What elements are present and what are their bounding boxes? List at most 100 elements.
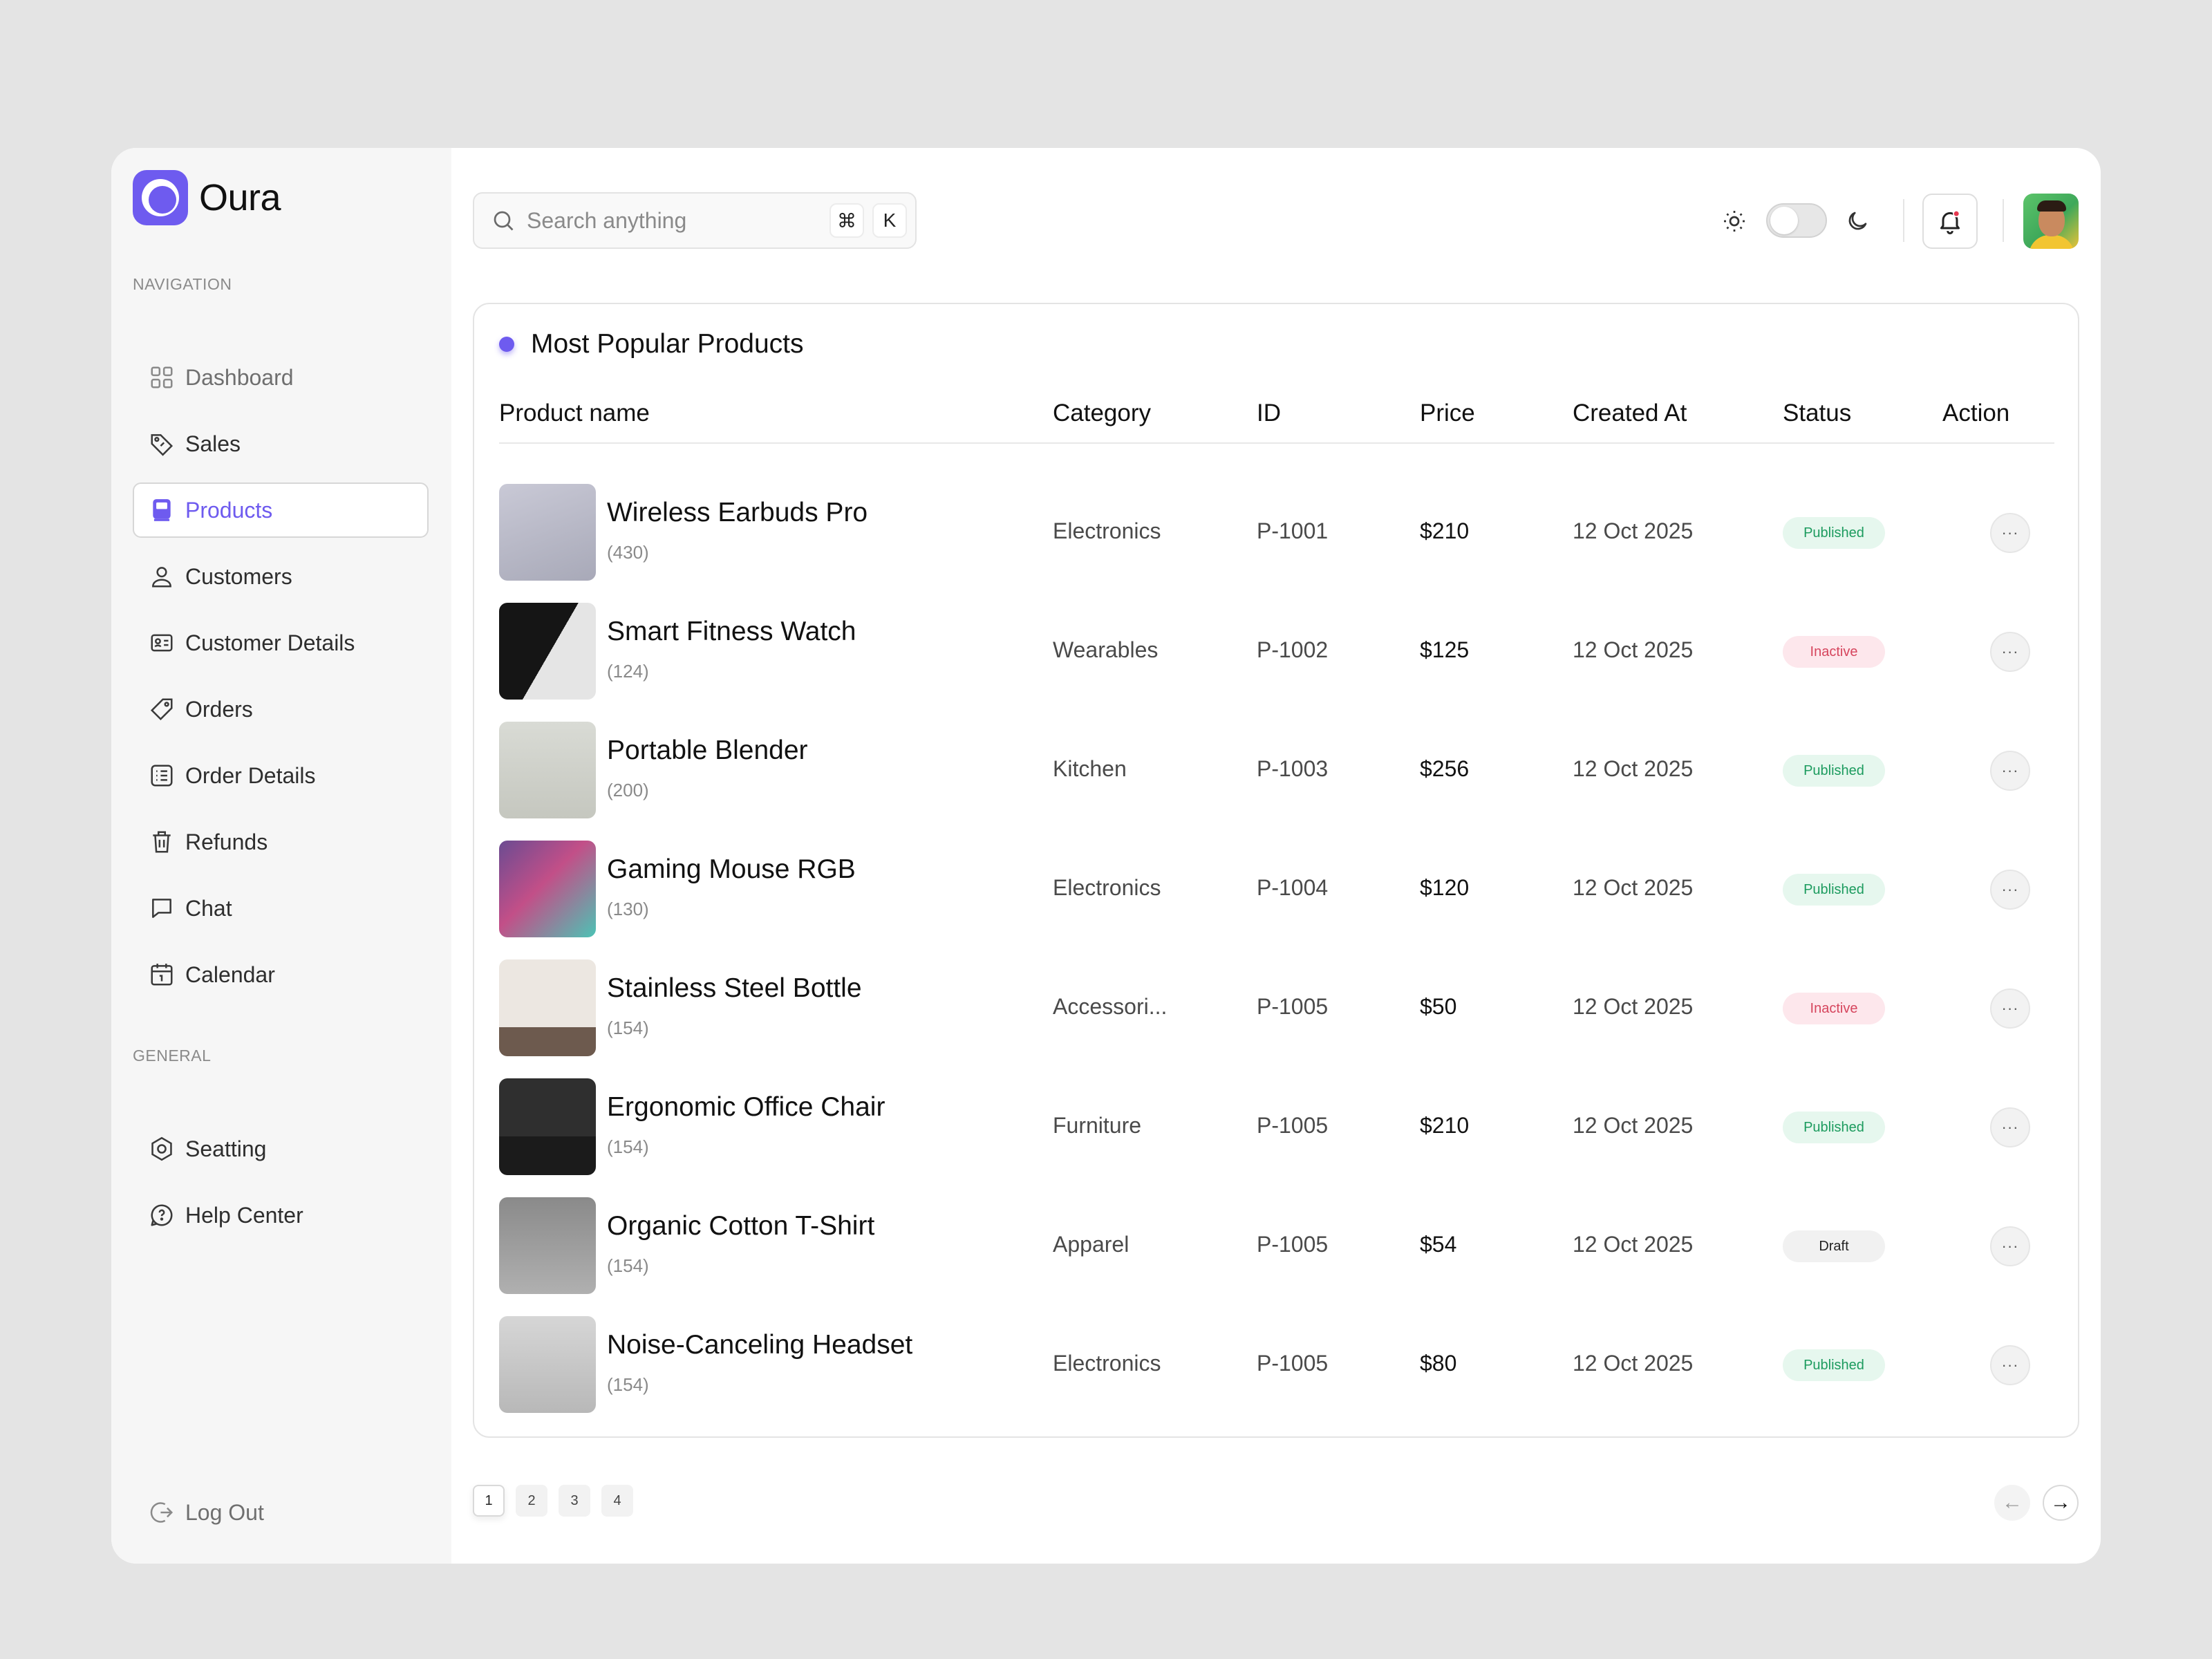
more-actions-button[interactable]: ··· [1990,1107,2030,1147]
product-count: (154) [607,1018,649,1038]
page-button-4[interactable]: 4 [601,1485,633,1517]
calendar-icon [148,961,176,988]
table-row[interactable]: Stainless Steel Bottle (154) Accessori..… [474,959,2078,1056]
product-count: (130) [607,899,649,919]
product-image [499,722,596,818]
avatar-hair [2037,200,2066,212]
product-created: 12 Oct 2025 [1573,518,1694,543]
theme-toggle[interactable] [1766,203,1827,238]
product-created: 12 Oct 2025 [1573,994,1694,1019]
table-row[interactable]: Portable Blender (200) Kitchen P-1003 $2… [474,722,2078,818]
status-badge: Published [1783,1112,1885,1143]
sun-icon[interactable] [1722,209,1747,234]
notification-button[interactable] [1922,194,1978,249]
moon-icon[interactable] [1845,209,1870,234]
tag-icon [148,695,176,723]
table-row[interactable]: Organic Cotton T-Shirt (154) Apparel P-1… [474,1197,2078,1294]
product-name: Portable Blender [607,735,808,765]
sidebar-item-sales[interactable]: Sales [133,416,429,471]
table-row[interactable]: Noise-Canceling Headset (154) Electronic… [474,1316,2078,1413]
product-price: $256 [1420,756,1470,781]
logout-label: Log Out [185,1499,264,1525]
product-image [499,959,596,1056]
product-category: Electronics [1053,518,1161,543]
gear-icon [148,1135,176,1163]
page-button-2[interactable]: 2 [516,1485,547,1517]
product-price: $120 [1420,875,1470,900]
table-row[interactable]: Smart Fitness Watch (124) Wearables P-10… [474,603,2078,700]
product-category: Kitchen [1053,756,1127,781]
more-actions-button[interactable]: ··· [1990,870,2030,910]
more-actions-button[interactable]: ··· [1990,988,2030,1029]
sidebar-item-label: Customer Details [185,630,355,655]
status-badge: Published [1783,517,1885,549]
search-icon [494,211,514,231]
sidebar-item-label: Help Center [185,1202,303,1228]
column-header-price: Price [1420,400,1475,427]
bell-icon [1940,210,1960,234]
product-id: P-1005 [1257,1351,1329,1376]
sidebar-item-label: Orders [185,696,253,722]
sidebar-item-calendar[interactable]: Calendar [133,947,429,1002]
search-input[interactable]: Search anything ⌘ K [473,192,917,249]
table-row[interactable]: Ergonomic Office Chair (154) Furniture P… [474,1078,2078,1175]
product-created: 12 Oct 2025 [1573,1351,1694,1376]
pagination: 1 2 3 4 [473,1485,644,1517]
trash-icon [148,828,176,856]
sidebar-item-label: Customers [185,563,292,589]
product-name: Organic Cotton T-Shirt [607,1211,875,1241]
sidebar-item-label: Sales [185,431,241,456]
page-button-3[interactable]: 3 [559,1485,590,1517]
product-category: Electronics [1053,875,1161,900]
sidebar-item-products[interactable]: Products [133,482,429,538]
sidebar-item-customer-details[interactable]: Customer Details [133,615,429,671]
sidebar-item-dashboard[interactable]: Dashboard [133,350,429,405]
card-header: Most Popular Products [499,329,804,359]
status-badge: Published [1783,1349,1885,1381]
product-image [499,841,596,937]
table-row[interactable]: Gaming Mouse RGB (130) Electronics P-100… [474,841,2078,937]
product-count: (154) [607,1374,649,1395]
status-badge: Inactive [1783,636,1885,668]
status-badge: Draft [1783,1230,1885,1262]
more-actions-button[interactable]: ··· [1990,751,2030,791]
navigation-section-label: NAVIGATION [133,275,232,293]
sidebar-item-label: Chat [185,895,232,921]
prev-page-button[interactable]: ← [1994,1485,2030,1521]
product-name: Wireless Earbuds Pro [607,498,868,527]
sidebar-item-settings[interactable]: Seatting [133,1121,429,1177]
next-page-button[interactable]: → [2043,1485,2079,1521]
list-icon [148,762,176,789]
sidebar-item-customers[interactable]: Customers [133,549,429,604]
product-price: $54 [1420,1232,1457,1257]
sidebar-item-label: Refunds [185,829,268,854]
sidebar-item-label: Dashboard [185,364,294,390]
product-created: 12 Oct 2025 [1573,1232,1694,1257]
page-button-1[interactable]: 1 [473,1485,505,1517]
more-actions-button[interactable]: ··· [1990,632,2030,672]
sidebar-item-label: Calendar [185,962,275,987]
sidebar-item-chat[interactable]: Chat [133,881,429,936]
sidebar-item-order-details[interactable]: Order Details [133,748,429,803]
product-created: 12 Oct 2025 [1573,637,1694,662]
product-count: (430) [607,542,649,563]
brand-name: Oura [199,177,281,218]
column-header-status: Status [1783,400,1852,427]
brand-logo-icon [133,170,188,225]
avatar-shirt [2029,235,2074,249]
more-actions-button[interactable]: ··· [1990,1345,2030,1385]
logout-button[interactable]: Log Out [133,1485,429,1540]
brand[interactable]: Oura [133,170,281,225]
more-actions-button[interactable]: ··· [1990,1226,2030,1266]
avatar[interactable] [2023,194,2079,249]
status-badge: Published [1783,755,1885,787]
sidebar-item-orders[interactable]: Orders [133,682,429,737]
sidebar-item-help-center[interactable]: Help Center [133,1188,429,1243]
product-category: Accessori... [1053,994,1168,1019]
product-price: $125 [1420,637,1470,662]
table-row[interactable]: Wireless Earbuds Pro (430) Electronics P… [474,484,2078,581]
column-header-id: ID [1257,400,1281,427]
sidebar-item-refunds[interactable]: Refunds [133,814,429,870]
product-name: Noise-Canceling Headset [607,1330,913,1360]
more-actions-button[interactable]: ··· [1990,513,2030,553]
